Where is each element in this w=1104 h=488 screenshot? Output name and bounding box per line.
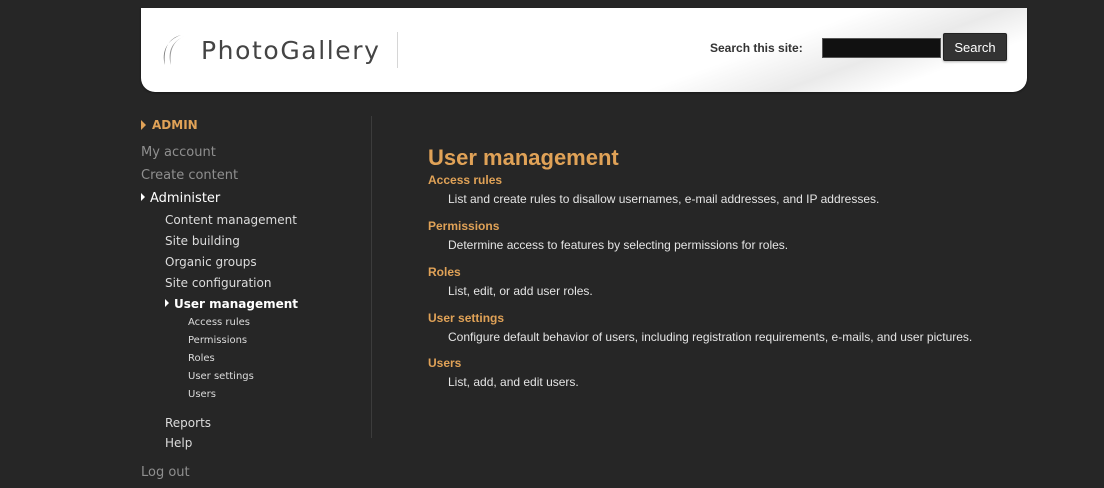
sidebar-item-create-content[interactable]: Create content: [141, 168, 238, 183]
entry-roles-link[interactable]: Roles: [428, 265, 461, 279]
sidebar-item-my-account[interactable]: My account: [141, 145, 216, 160]
sidebar-divider: [371, 116, 372, 438]
sidebar-item-permissions[interactable]: Permissions: [188, 335, 247, 346]
site-header: PhotoGallery Search this site: Search: [141, 8, 1027, 92]
sidebar-item-help[interactable]: Help: [165, 436, 192, 450]
sidebar-item-organic-groups[interactable]: Organic groups: [165, 255, 257, 269]
entry-users-description: List, add, and edit users.: [448, 375, 579, 389]
logo-divider: [397, 32, 398, 68]
search-input[interactable]: [822, 38, 941, 58]
entry-roles-description: List, edit, or add user roles.: [448, 284, 593, 298]
sidebar-item-site-building[interactable]: Site building: [165, 234, 240, 248]
entry-access-rules-link[interactable]: Access rules: [428, 173, 502, 187]
sidebar-item-user-management-label: User management: [174, 297, 299, 311]
sidebar-item-user-settings[interactable]: User settings: [188, 371, 254, 382]
entry-users-link[interactable]: Users: [428, 356, 461, 370]
page-title: User management: [428, 145, 619, 170]
admin-block-label: ADMIN: [152, 118, 198, 132]
triangle-right-icon: [141, 193, 145, 201]
triangle-right-icon: [141, 120, 146, 130]
admin-block-title: ADMIN: [141, 118, 198, 132]
triangle-right-icon: [165, 299, 169, 307]
sidebar-item-access-rules[interactable]: Access rules: [188, 317, 250, 328]
sidebar-item-content-management[interactable]: Content management: [165, 213, 297, 227]
site-logo[interactable]: PhotoGallery: [157, 30, 381, 70]
site-name: PhotoGallery: [201, 35, 381, 65]
entry-permissions-description: Determine access to features by selectin…: [448, 238, 789, 252]
sidebar-item-user-management[interactable]: User management: [165, 297, 298, 311]
entry-user-settings-link[interactable]: User settings: [428, 311, 504, 325]
entry-user-settings-description: Configure default behavior of users, inc…: [448, 330, 973, 344]
sidebar-item-administer-label: Administer: [150, 191, 221, 206]
sidebar-item-reports[interactable]: Reports: [165, 416, 211, 430]
sidebar-item-users[interactable]: Users: [188, 389, 216, 400]
entry-access-rules-description: List and create rules to disallow userna…: [448, 192, 880, 206]
sidebar-item-site-configuration[interactable]: Site configuration: [165, 276, 271, 290]
search-label: Search this site:: [710, 41, 803, 55]
crescent-swoosh-icon: [163, 35, 185, 65]
sidebar-item-administer[interactable]: Administer: [141, 191, 220, 206]
search-button[interactable]: Search: [943, 33, 1007, 61]
entry-permissions-link[interactable]: Permissions: [428, 219, 499, 233]
sidebar-item-roles[interactable]: Roles: [188, 353, 215, 364]
sidebar-item-log-out[interactable]: Log out: [141, 465, 190, 480]
